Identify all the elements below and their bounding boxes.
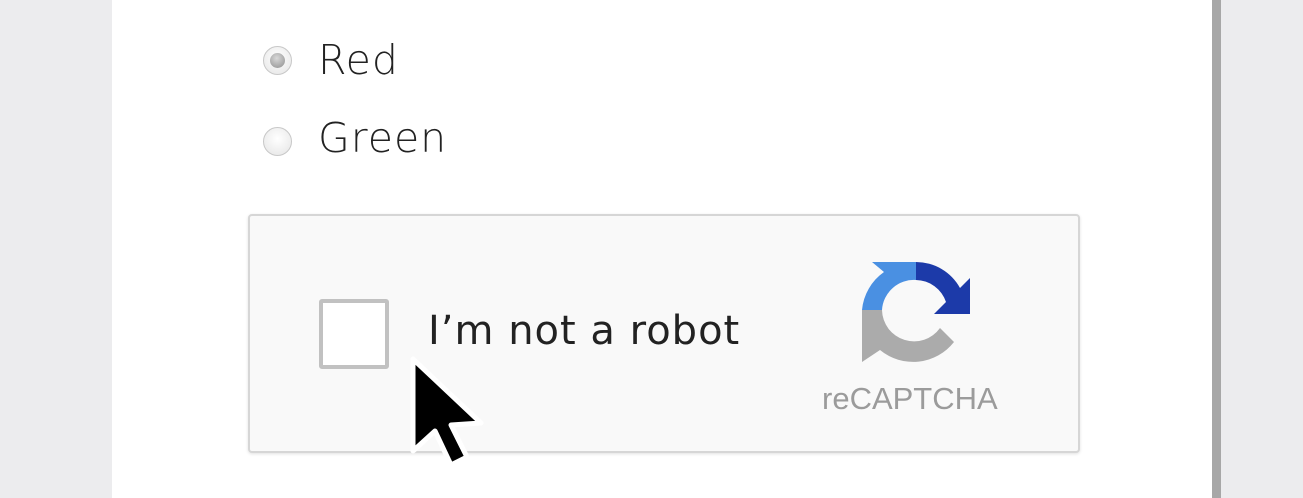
panel-border [1212,0,1221,498]
radio-label-green[interactable]: Green [318,114,447,162]
recaptcha-widget: I’m not a robot reCAPTCHA [248,214,1080,453]
recaptcha-brand: reCAPTCHA [822,381,998,416]
not-robot-checkbox[interactable] [319,299,389,369]
radio-green[interactable] [263,127,292,156]
arrow-pointer-icon [410,356,484,468]
recaptcha-logo-icon [862,261,970,362]
not-robot-label[interactable]: I’m not a robot [428,308,740,354]
radio-label-red[interactable]: Red [318,36,399,84]
radio-red[interactable] [263,46,292,75]
